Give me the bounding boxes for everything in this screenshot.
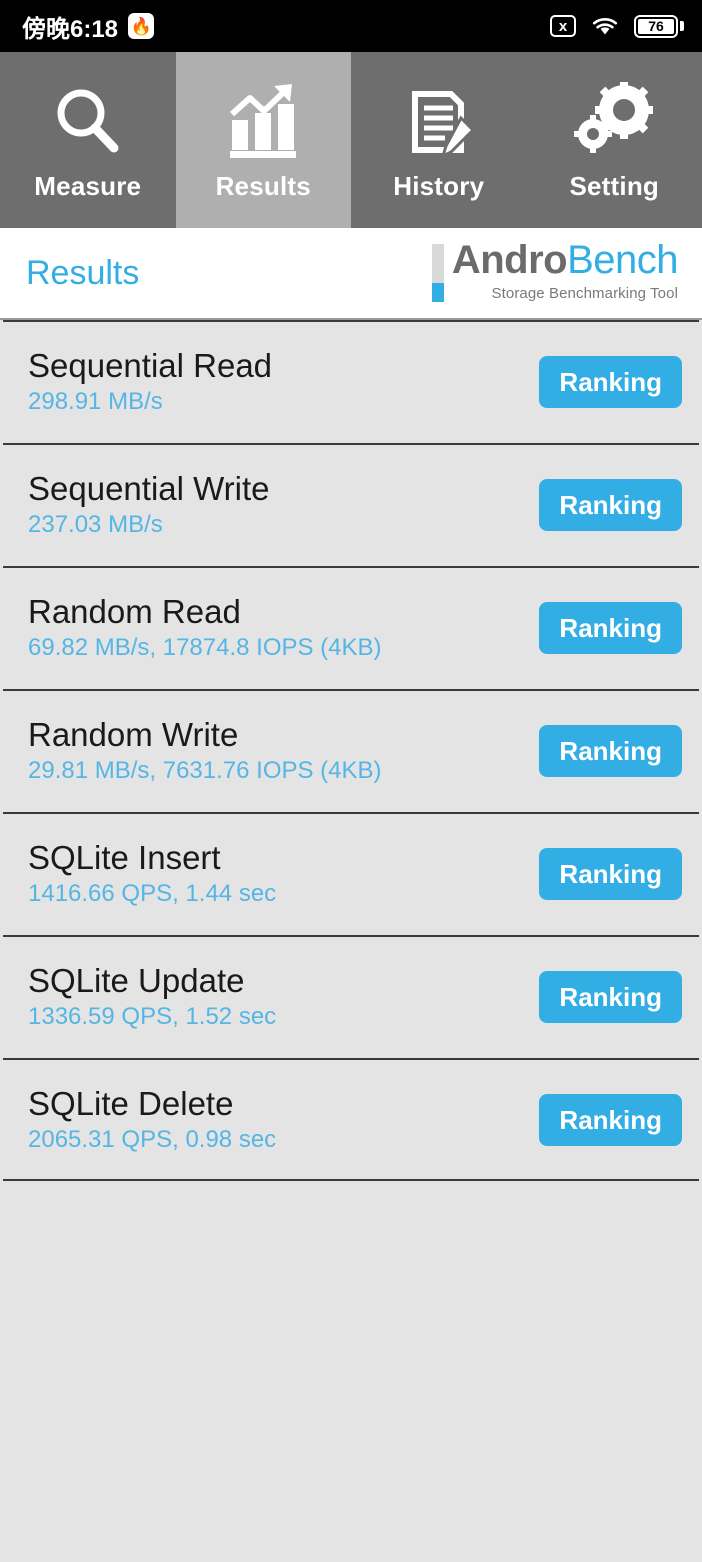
table-row[interactable]: Sequential Write 237.03 MB/s Ranking: [0, 443, 702, 566]
status-bar-right: x 76: [550, 14, 684, 38]
battery-icon: 76: [634, 14, 684, 38]
table-row[interactable]: SQLite Update 1336.59 QPS, 1.52 sec Rank…: [0, 935, 702, 1058]
logo-bar-icon: [431, 244, 444, 302]
result-title: Random Write: [28, 715, 239, 753]
table-row[interactable]: SQLite Delete 2065.31 QPS, 0.98 sec Rank…: [0, 1058, 702, 1181]
ranking-button[interactable]: Ranking: [539, 601, 682, 654]
result-title: Random Read: [28, 592, 241, 630]
result-value: 1416.66 QPS, 1.44 sec: [28, 879, 277, 907]
ranking-button[interactable]: Ranking: [539, 970, 682, 1023]
result-title: SQLite Update: [28, 961, 245, 999]
ranking-button[interactable]: Ranking: [539, 1093, 682, 1146]
table-row[interactable]: Random Write 29.81 MB/s, 7631.76 IOPS (4…: [0, 689, 702, 812]
androbench-logo: AndroBench Storage Benchmarking Tool: [431, 238, 679, 306]
result-value: 69.82 MB/s, 17874.8 IOPS (4KB): [28, 633, 382, 661]
app-screen: 傍晚6:18 🔥 x 76 Measure Results History Se…: [0, 0, 702, 1562]
ranking-button[interactable]: Ranking: [539, 355, 682, 408]
logo-bar-blue: [431, 283, 444, 302]
tab-history[interactable]: History: [351, 52, 527, 228]
row-texts: Random Read 69.82 MB/s, 17874.8 IOPS (4K…: [28, 592, 382, 662]
result-value: 1336.59 QPS, 1.52 sec: [28, 1002, 277, 1030]
results-list: Sequential Read 298.91 MB/s Ranking Sequ…: [0, 320, 702, 1181]
gears-icon: [571, 79, 657, 165]
wifi-icon: [590, 15, 620, 37]
bar-chart-arrow-icon: [222, 79, 304, 165]
table-row[interactable]: Random Read 69.82 MB/s, 17874.8 IOPS (4K…: [0, 566, 702, 689]
logo-andro: Andro: [451, 238, 568, 282]
row-texts: SQLite Delete 2065.31 QPS, 0.98 sec: [28, 1084, 277, 1154]
tab-bar: Measure Results History Setting: [0, 52, 702, 228]
tab-measure-label: Measure: [34, 170, 142, 201]
row-texts: Sequential Read 298.91 MB/s: [28, 346, 273, 416]
tab-results-label: Results: [215, 170, 311, 201]
result-title: Sequential Read: [28, 346, 273, 384]
result-title: SQLite Insert: [28, 838, 221, 876]
logo-tagline: Storage Benchmarking Tool: [491, 285, 678, 302]
battery-cap: [680, 21, 684, 31]
status-bar: 傍晚6:18 🔥 x 76: [0, 0, 702, 52]
document-pencil-icon: [399, 79, 479, 165]
ranking-button[interactable]: Ranking: [539, 478, 682, 531]
logo-wordmark: AndroBench: [451, 238, 679, 282]
flame-app-icon: 🔥: [128, 13, 155, 39]
status-bar-left: 傍晚6:18 🔥: [22, 9, 155, 44]
result-value: 29.81 MB/s, 7631.76 IOPS (4KB): [28, 756, 382, 784]
sim-off-icon: x: [550, 15, 576, 37]
result-value: 298.91 MB/s: [28, 387, 163, 415]
logo-bench: Bench: [567, 238, 678, 282]
result-value: 2065.31 QPS, 0.98 sec: [28, 1125, 277, 1153]
result-title: SQLite Delete: [28, 1084, 234, 1122]
tab-setting[interactable]: Setting: [526, 52, 702, 228]
tab-setting-label: Setting: [569, 170, 659, 201]
logo-text: AndroBench Storage Benchmarking Tool: [451, 238, 679, 302]
ranking-button[interactable]: Ranking: [539, 724, 682, 777]
page-header: Results AndroBench Storage Benchmarking …: [0, 228, 702, 320]
tab-history-label: History: [393, 170, 485, 201]
page-title: Results: [26, 253, 140, 292]
result-value: 237.03 MB/s: [28, 510, 163, 538]
status-clock: 傍晚6:18: [22, 15, 119, 43]
row-texts: SQLite Update 1336.59 QPS, 1.52 sec: [28, 961, 277, 1031]
battery-body: 76: [634, 14, 678, 38]
magnifier-icon: [48, 79, 128, 165]
table-row[interactable]: Sequential Read 298.91 MB/s Ranking: [0, 320, 702, 443]
battery-level-label: 76: [638, 18, 674, 34]
table-row[interactable]: SQLite Insert 1416.66 QPS, 1.44 sec Rank…: [0, 812, 702, 935]
row-texts: Random Write 29.81 MB/s, 7631.76 IOPS (4…: [28, 715, 382, 785]
logo-bar-gray: [431, 244, 444, 283]
row-texts: SQLite Insert 1416.66 QPS, 1.44 sec: [28, 838, 277, 908]
tab-results[interactable]: Results: [175, 52, 351, 228]
result-title: Sequential Write: [28, 469, 270, 507]
row-texts: Sequential Write 237.03 MB/s: [28, 469, 270, 539]
ranking-button[interactable]: Ranking: [539, 847, 682, 900]
tab-measure[interactable]: Measure: [0, 52, 176, 228]
sim-off-icon-label: x: [558, 17, 568, 35]
